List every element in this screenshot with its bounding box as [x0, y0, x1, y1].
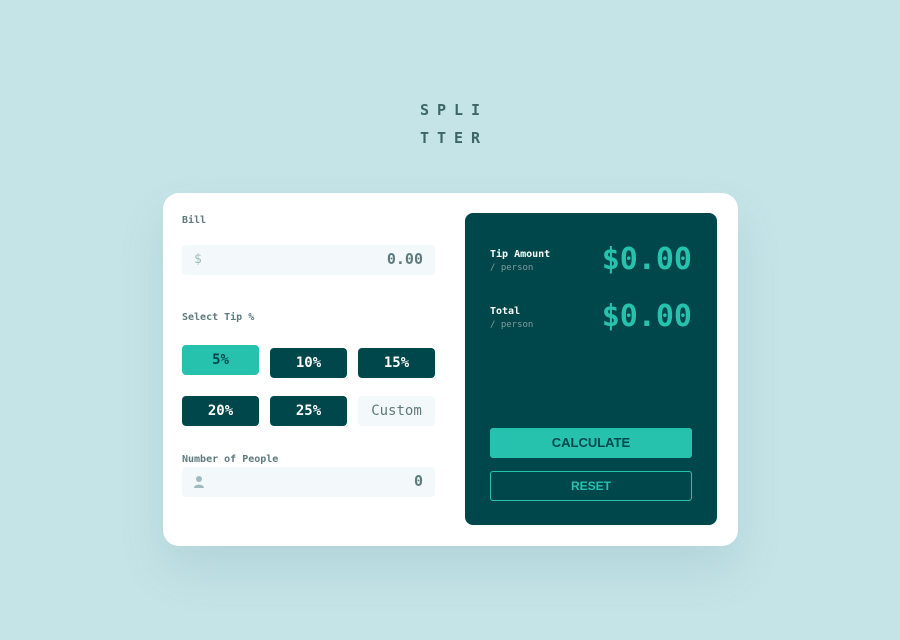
people-input[interactable]: 0: [182, 467, 435, 497]
custom-tip-input[interactable]: Custom: [358, 396, 435, 426]
total-label: Total: [490, 306, 521, 317]
bill-input[interactable]: $ 0.00: [182, 245, 435, 275]
bill-value: 0.00: [386, 250, 423, 268]
logo-line-1: SPLI: [419, 101, 489, 119]
total-sub: / person: [490, 320, 534, 330]
select-tip-label: Select Tip %: [182, 312, 255, 323]
total-value: $0.00: [601, 299, 692, 334]
tip-amount-sub: / person: [490, 263, 534, 273]
tip-button-15[interactable]: 15%: [358, 348, 435, 378]
results-panel: Tip Amount / person $0.00 Total / person…: [465, 213, 717, 525]
tip-button-5[interactable]: 5%: [182, 345, 259, 375]
person-icon: [194, 476, 204, 488]
logo-line-2: TTER: [419, 129, 489, 147]
tip-amount-value: $0.00: [601, 242, 692, 277]
tip-amount-label: Tip Amount: [490, 249, 551, 260]
bill-label: Bill: [182, 215, 207, 226]
reset-button[interactable]: RESET: [490, 471, 692, 501]
tip-button-10[interactable]: 10%: [270, 348, 347, 378]
people-value: 0: [413, 472, 423, 490]
people-label: Number of People: [182, 454, 279, 465]
dollar-icon: $: [194, 252, 202, 267]
tip-button-25[interactable]: 25%: [270, 396, 347, 426]
calculator-card: Bill $ 0.00 Select Tip % 5% 10% 15% 20% …: [163, 193, 738, 546]
calculate-button[interactable]: CALCULATE: [490, 428, 692, 458]
app-logo: SPLI TTER: [0, 96, 900, 152]
tip-button-20[interactable]: 20%: [182, 396, 259, 426]
